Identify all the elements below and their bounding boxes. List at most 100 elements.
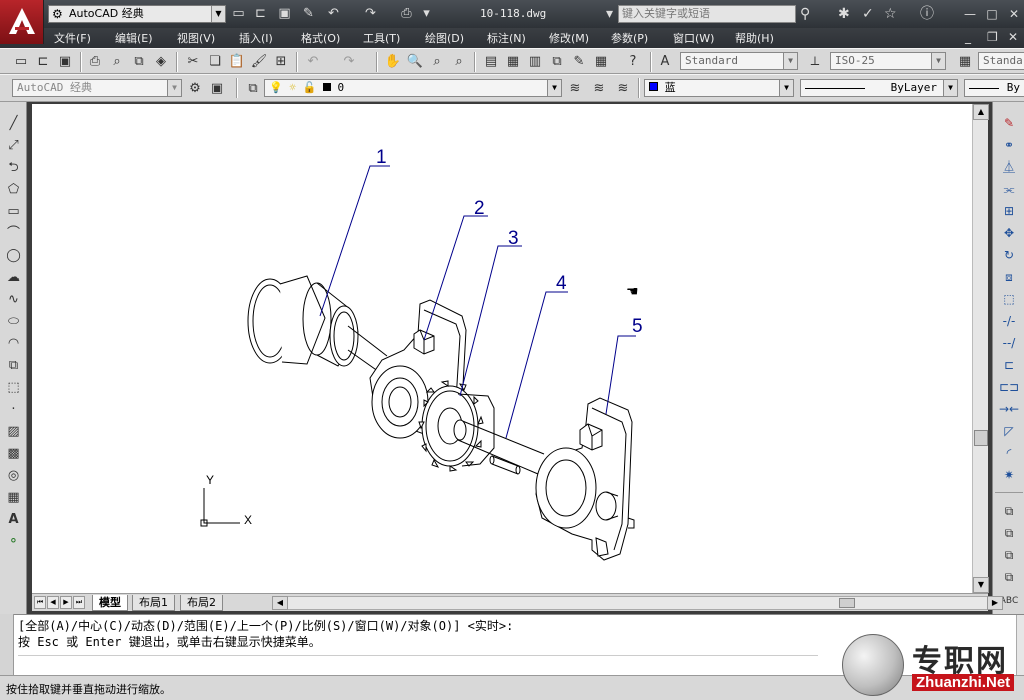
region-icon[interactable]: ◎ bbox=[4, 466, 23, 485]
spline-icon[interactable]: ∿ bbox=[4, 290, 23, 309]
save-as-icon[interactable]: ✎ bbox=[300, 6, 317, 22]
search-input[interactable]: 键入关键字或短语 bbox=[618, 5, 796, 23]
mirror-icon[interactable]: ⏅ bbox=[999, 158, 1019, 177]
doc-close-button[interactable]: ✕ bbox=[1008, 30, 1018, 44]
offset-icon[interactable]: ⫘ bbox=[999, 180, 1019, 199]
text-style-select[interactable]: Standard ▼ bbox=[680, 52, 798, 70]
application-menu-button[interactable] bbox=[0, 0, 44, 44]
menu-tools[interactable]: 工具(T) bbox=[363, 30, 400, 46]
chevron-down-icon[interactable]: ▼ bbox=[783, 53, 797, 69]
minimize-button[interactable]: — bbox=[962, 6, 978, 22]
redo-icon[interactable]: ↷ bbox=[362, 6, 379, 22]
revision-cloud-icon[interactable]: ☁ bbox=[4, 268, 23, 287]
last-tab-icon[interactable]: ⏭ bbox=[73, 596, 85, 609]
pan-icon[interactable]: ✋ bbox=[384, 53, 402, 71]
properties-icon[interactable]: ▤ bbox=[482, 53, 500, 71]
prev-tab-icon[interactable]: ◀ bbox=[47, 596, 59, 609]
save-icon[interactable]: ▣ bbox=[276, 6, 293, 22]
table-style-icon[interactable]: ▦ bbox=[956, 53, 974, 71]
add-selected-icon[interactable]: ⚬ bbox=[4, 532, 23, 551]
chevron-down-icon[interactable]: ▼ bbox=[547, 80, 561, 96]
menu-insert[interactable]: 插入(I) bbox=[239, 30, 273, 46]
help-icon[interactable]: ⓘ bbox=[920, 5, 934, 23]
print-icon[interactable]: ⎙ bbox=[398, 6, 415, 22]
scale-icon[interactable]: ⧈ bbox=[999, 268, 1019, 287]
join-icon[interactable]: →← bbox=[999, 400, 1019, 419]
stretch-icon[interactable]: ⬚ bbox=[999, 290, 1019, 309]
polyline-icon[interactable]: ⮌ bbox=[4, 158, 23, 177]
menu-draw[interactable]: 绘图(D) bbox=[425, 30, 464, 46]
tool-palettes-icon[interactable]: ▥ bbox=[526, 53, 544, 71]
save-icon[interactable]: ▣ bbox=[56, 53, 74, 71]
cut-icon[interactable]: ✂ bbox=[184, 53, 202, 71]
scroll-up-icon[interactable]: ▲ bbox=[973, 104, 989, 120]
extend-icon[interactable]: --/ bbox=[999, 334, 1019, 353]
plot-icon[interactable]: ⎙ bbox=[86, 53, 104, 71]
send-under-icon[interactable]: ⧉ bbox=[999, 546, 1019, 565]
workspace-settings-icon[interactable]: ▣ bbox=[208, 80, 226, 98]
plot-preview-icon[interactable]: ⌕ bbox=[108, 53, 126, 71]
fillet-icon[interactable]: ◜ bbox=[999, 444, 1019, 463]
multiline-text-icon[interactable]: A bbox=[4, 510, 23, 529]
layer-previous-icon[interactable]: ≋ bbox=[590, 80, 608, 98]
new-file-icon[interactable]: ▭ bbox=[12, 53, 30, 71]
undo-icon[interactable]: ↶ bbox=[304, 53, 322, 71]
workspace-select[interactable]: AutoCAD 经典 ▼ bbox=[12, 79, 182, 97]
publish-icon[interactable]: ⧉ bbox=[130, 53, 148, 71]
layer-state-icon[interactable]: ≋ bbox=[614, 80, 632, 98]
move-icon[interactable]: ✥ bbox=[999, 224, 1019, 243]
chevron-down-icon[interactable]: ▼ bbox=[167, 80, 181, 96]
tab-layout2[interactable]: 布局2 bbox=[180, 595, 223, 611]
menu-edit[interactable]: 编辑(E) bbox=[115, 30, 153, 46]
maximize-button[interactable]: □ bbox=[984, 6, 1000, 22]
bring-above-icon[interactable]: ⧉ bbox=[999, 524, 1019, 543]
lineweight-select[interactable]: By bbox=[964, 79, 1024, 97]
explode-icon[interactable]: ✷ bbox=[999, 466, 1019, 485]
make-current-layer-icon[interactable]: ≋ bbox=[566, 80, 584, 98]
chevron-down-icon[interactable]: ▼ bbox=[779, 80, 793, 96]
rotate-icon[interactable]: ↻ bbox=[999, 246, 1019, 265]
make-block-icon[interactable]: ⬚ bbox=[4, 378, 23, 397]
command-window-handle[interactable] bbox=[0, 614, 14, 675]
zoom-realtime-icon[interactable]: 🔍 bbox=[406, 53, 424, 71]
linetype-select[interactable]: ByLayer ▼ bbox=[800, 79, 958, 97]
zoom-previous-icon[interactable]: ⌕ bbox=[450, 53, 468, 71]
wrench-icon[interactable]: ✱ bbox=[838, 5, 850, 23]
menu-window[interactable]: 窗口(W) bbox=[673, 30, 714, 46]
close-button[interactable]: ✕ bbox=[1006, 6, 1022, 22]
binoculars-icon[interactable]: ⚲ bbox=[800, 5, 810, 23]
open-file-icon[interactable]: ⊏ bbox=[34, 53, 52, 71]
scroll-left-icon[interactable]: ◀ bbox=[272, 596, 288, 610]
trim-icon[interactable]: -/- bbox=[999, 312, 1019, 331]
draw-order-icon[interactable]: ⧉ bbox=[999, 502, 1019, 521]
menu-view[interactable]: 视图(V) bbox=[177, 30, 215, 46]
markup-icon[interactable]: ✎ bbox=[570, 53, 588, 71]
text-style-icon[interactable]: A bbox=[656, 53, 674, 71]
polygon-icon[interactable]: ⬠ bbox=[4, 180, 23, 199]
doc-minimize-button[interactable]: _ bbox=[965, 30, 971, 44]
open-file-icon[interactable]: ⊏ bbox=[252, 6, 269, 22]
horizontal-scroll-thumb[interactable] bbox=[839, 598, 855, 608]
calculator-icon[interactable]: ▦ bbox=[592, 53, 610, 71]
horizontal-scrollbar[interactable]: ◀ ▶ bbox=[272, 596, 1003, 610]
chamfer-icon[interactable]: ◸ bbox=[999, 422, 1019, 441]
array-icon[interactable]: ⊞ bbox=[999, 202, 1019, 221]
line-icon[interactable]: ╱ bbox=[4, 114, 23, 133]
dim-style-select[interactable]: ISO-25 ▼ bbox=[830, 52, 946, 70]
star-icon[interactable]: ☆ bbox=[884, 5, 897, 23]
chevron-down-icon[interactable]: ▼ bbox=[211, 6, 225, 22]
construction-line-icon[interactable]: ⤢ bbox=[4, 136, 23, 155]
table-icon[interactable]: ▦ bbox=[4, 488, 23, 507]
layer-select[interactable]: 💡 ☼ 🔓 0 ▼ bbox=[264, 79, 562, 97]
3d-dwf-icon[interactable]: ◈ bbox=[152, 53, 170, 71]
gear-icon[interactable]: ⚙ bbox=[186, 80, 204, 98]
next-tab-icon[interactable]: ▶ bbox=[60, 596, 72, 609]
copy-icon[interactable]: ❏ bbox=[206, 53, 224, 71]
qat-dropdown-icon[interactable]: ▾ bbox=[418, 6, 435, 22]
vertical-scrollbar[interactable]: ▲ ▼ bbox=[972, 104, 989, 593]
command-input[interactable] bbox=[18, 655, 818, 673]
chevron-down-icon[interactable]: ▾ bbox=[606, 5, 613, 23]
design-center-icon[interactable]: ▦ bbox=[504, 53, 522, 71]
redo-icon[interactable]: ↷ bbox=[340, 53, 358, 71]
break-at-point-icon[interactable]: ⊏ bbox=[999, 356, 1019, 375]
